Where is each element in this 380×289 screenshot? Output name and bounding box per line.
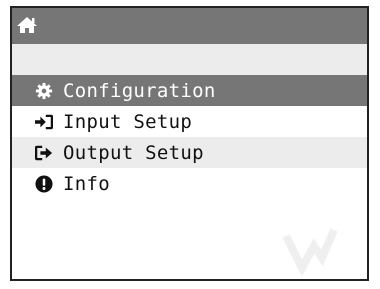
exclamation-circle-icon <box>34 174 54 194</box>
title-bar <box>12 8 367 44</box>
sign-out-icon <box>34 143 54 163</box>
menu-item-configuration[interactable]: Configuration <box>12 75 367 106</box>
device-screen: Configuration Input Setup Output Setup I… <box>10 6 369 281</box>
menu-item-output-setup[interactable]: Output Setup <box>12 137 367 168</box>
gear-icon <box>34 81 54 101</box>
menu-item-info[interactable]: Info <box>12 168 367 199</box>
header-spacer <box>12 44 367 75</box>
menu-item-label: Configuration <box>63 79 216 102</box>
menu-item-input-setup[interactable]: Input Setup <box>12 106 367 137</box>
sign-in-icon <box>34 112 54 132</box>
main-menu: Configuration Input Setup Output Setup I… <box>12 75 367 199</box>
home-icon[interactable] <box>16 15 38 35</box>
watermark-logo <box>282 228 338 276</box>
menu-item-label: Input Setup <box>63 110 193 133</box>
menu-item-label: Info <box>63 172 110 195</box>
menu-item-label: Output Setup <box>63 141 204 164</box>
